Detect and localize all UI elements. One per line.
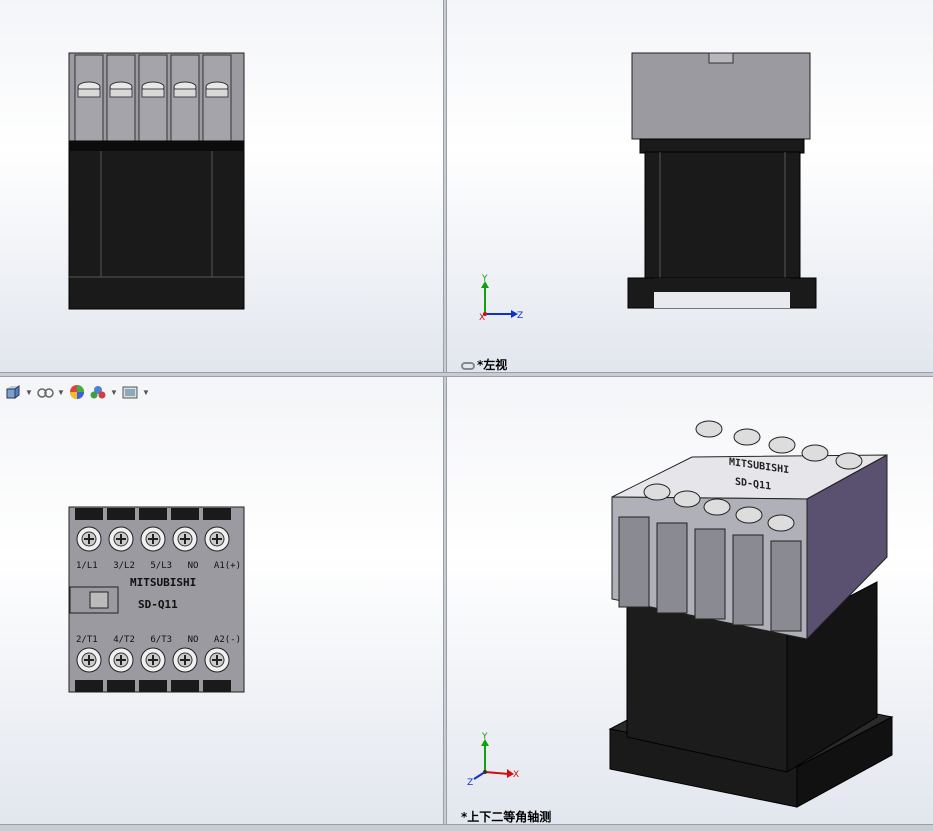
terminal-label: A1(+) <box>213 561 241 571</box>
status-strip <box>0 824 933 831</box>
terminal-label: NO <box>187 561 199 571</box>
terminal-label: 2/T1 <box>76 635 98 645</box>
triad-y-label: Y <box>481 732 488 742</box>
terminal-label: 6/T3 <box>150 635 173 645</box>
terminal-label: 3/L2 <box>113 561 135 571</box>
top-terminal-labels: 1/L1 3/L2 5/L3 NO A1(+) <box>76 561 241 571</box>
viewport-splitter-vertical[interactable] <box>443 0 447 831</box>
triad-x-label: X <box>513 770 519 780</box>
x-axis <box>484 771 510 775</box>
terminal-label: NO <box>187 635 199 645</box>
viewport-top-view[interactable]: ▼ ▼ ▼ ▼ 1/L1 3/L2 5/L3 NO A1(+) MITSUBIS… <box>0 377 443 824</box>
triad-z-label: Z <box>517 311 523 321</box>
triad-left-view: Y Z X <box>479 274 523 323</box>
terminal-label: 5/L3 <box>150 561 173 571</box>
isometric-view-label: *上下二等角轴测 <box>461 810 552 824</box>
front-view-drawing <box>68 52 245 310</box>
front-terminal-slots <box>74 54 232 142</box>
terminal-label: A2(-) <box>213 635 241 645</box>
viewport-splitter-horizontal[interactable] <box>0 372 933 377</box>
link-view-icon <box>461 361 475 370</box>
terminal-label: 1/L1 <box>76 561 98 571</box>
top-view-drawing <box>68 506 245 693</box>
terminal-label: 4/T2 <box>113 635 135 645</box>
viewport-isometric-view[interactable]: Y X Z MITSUBISHI SD-Q11 *上下二等角轴测 <box>447 377 933 824</box>
viewport-left-view[interactable]: Y Z X *左视 <box>447 0 933 372</box>
triad-z-label: Z <box>467 778 473 788</box>
front-body <box>68 140 245 310</box>
brand-label: MITSUBISHI <box>130 576 197 589</box>
viewport-front[interactable] <box>0 0 443 372</box>
bottom-terminal-labels: 2/T1 4/T2 6/T3 NO A2(-) <box>76 635 241 645</box>
left-view-label: *左视 <box>461 356 507 372</box>
isometric-drawing: Y X Z <box>467 420 894 808</box>
triad-y-label: Y <box>481 274 488 284</box>
triad-x-label: X <box>479 313 485 323</box>
model-label: SD-Q11 <box>138 598 178 611</box>
